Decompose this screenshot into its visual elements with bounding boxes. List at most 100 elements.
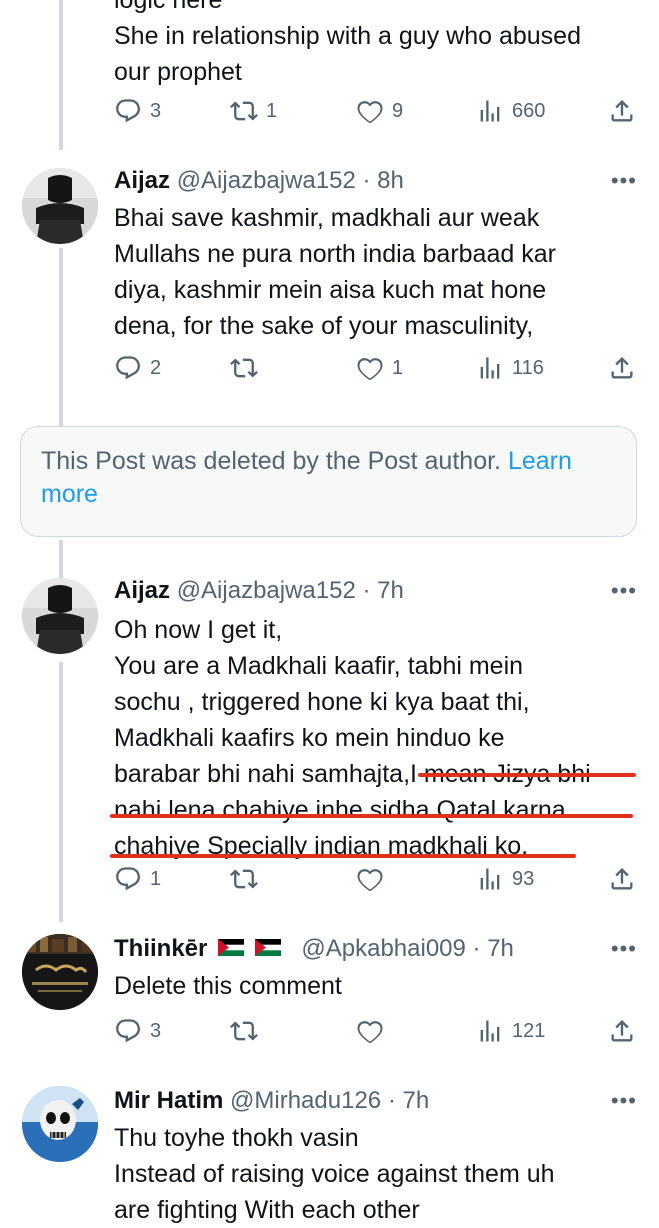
tweet-text-line: nahi lena chahiye inhe sidha Qatal karna	[114, 796, 566, 824]
tweet-aijaz-2[interactable]: Aijaz @Aijazbajwa152 · 7h ••• Oh now I g…	[0, 574, 659, 914]
tweet-text-line: sochu , triggered hone ki kya baat thi,	[114, 688, 530, 716]
tweet-aijaz-1[interactable]: Aijaz @Aijazbajwa152 · 8h ••• Bhai save …	[0, 160, 659, 410]
reply-button[interactable]: 3	[114, 94, 161, 128]
tweet-text-line: Delete this comment	[114, 972, 342, 1000]
user-handle[interactable]: @Mirhadu126 · 7h	[230, 1087, 429, 1114]
reply-icon	[116, 356, 140, 380]
like-count: 1	[392, 356, 404, 379]
repost-icon	[230, 358, 258, 378]
palestine-flag-icon	[254, 939, 281, 957]
display-name[interactable]: Aijaz	[114, 577, 170, 604]
repost-icon	[230, 1021, 258, 1041]
display-name[interactable]: Thiinkēr	[114, 935, 207, 962]
tweet-text-line: Mullahs ne pura north india barbaad kar	[114, 240, 556, 268]
repost-icon	[230, 869, 258, 889]
tweet-body: Oh now I get it, You are a Madkhali kaaf…	[114, 612, 644, 864]
like-button[interactable]	[356, 1014, 392, 1048]
views-count: 93	[512, 867, 535, 890]
tweet-text-line: Instead of raising voice against them uh	[114, 1160, 555, 1188]
views-button[interactable]: 660	[476, 94, 545, 128]
reply-count: 2	[150, 356, 162, 379]
views-icon	[480, 100, 500, 122]
tweet-actions: 2 1 116	[114, 351, 644, 385]
tweet-text-line: Madkhali kaafirs ko mein hinduo ke	[114, 724, 505, 752]
tweet-text-line: chahiye Specially indian madkhali ko.	[114, 832, 529, 860]
reply-icon	[116, 99, 140, 123]
tweet-header: Mir Hatim @Mirhadu126 · 7h	[114, 1086, 429, 1116]
like-button[interactable]: 9	[356, 94, 403, 128]
share-icon	[611, 1020, 633, 1042]
reply-button[interactable]: 1	[114, 862, 161, 896]
reply-count: 3	[150, 99, 162, 122]
views-icon	[480, 1020, 500, 1042]
more-options-icon[interactable]: •••	[611, 168, 637, 194]
share-icon	[611, 868, 633, 890]
tweet-actions: 1 93	[114, 862, 644, 896]
views-button[interactable]: 116	[476, 351, 544, 385]
tweet-text-line: our prophet	[114, 58, 242, 86]
share-icon	[611, 100, 633, 122]
thread-line	[59, 540, 63, 578]
tweet-text-line: diya, kashmir mein aisa kuch mat hone	[114, 276, 547, 304]
tweet-top-reply[interactable]: logic here She in relationship with a gu…	[0, 0, 659, 150]
avatar[interactable]	[22, 1086, 98, 1162]
avatar[interactable]	[22, 578, 98, 654]
reply-count: 1	[150, 867, 162, 890]
red-underline-highlight	[110, 814, 633, 818]
repost-button[interactable]	[230, 1014, 266, 1048]
tweet-header: Thiinkēr @Apkabhai009 · 7h	[114, 934, 514, 964]
share-button[interactable]	[608, 351, 636, 385]
tweet-thinker[interactable]: Thiinkēr @Apkabhai009 · 7h ••• Delete th…	[0, 934, 659, 1064]
tweet-mir-hatim[interactable]: Mir Hatim @Mirhadu126 · 7h ••• Thu toyhe…	[0, 1086, 659, 1224]
tweet-text-line: Oh now I get it,	[114, 616, 283, 644]
repost-button[interactable]: 1	[230, 94, 277, 128]
tweet-text-line: logic here	[114, 0, 223, 14]
tweet-header: Aijaz @Aijazbajwa152 · 7h	[114, 576, 404, 606]
palestine-flag-icon	[218, 939, 245, 957]
share-button[interactable]	[608, 1014, 636, 1048]
display-name[interactable]: Aijaz	[114, 167, 170, 194]
heart-icon	[357, 101, 383, 124]
tweet-body: Thu toyhe thokh vasin Instead of raising…	[114, 1120, 644, 1228]
more-options-icon[interactable]: •••	[611, 1088, 637, 1114]
tweet-body: Bhai save kashmir, madkhali aur weak Mul…	[114, 200, 644, 344]
views-count: 116	[512, 356, 544, 379]
user-handle[interactable]: @Apkabhai009 · 7h	[301, 935, 514, 962]
heart-icon	[357, 1021, 383, 1044]
reply-count: 3	[150, 1019, 162, 1042]
avatar[interactable]	[22, 934, 98, 1010]
user-handle[interactable]: @Aijazbajwa152 · 8h	[177, 167, 404, 194]
avatar[interactable]	[22, 168, 98, 244]
more-options-icon[interactable]: •••	[611, 578, 637, 604]
share-button[interactable]	[608, 862, 636, 896]
reply-button[interactable]: 3	[114, 1014, 161, 1048]
repost-count: 1	[266, 99, 278, 122]
reply-icon	[116, 867, 140, 891]
tweet-body: Delete this comment	[114, 968, 644, 1004]
views-button[interactable]: 121	[476, 1014, 545, 1048]
more-options-icon[interactable]: •••	[611, 936, 637, 962]
repost-button[interactable]	[230, 351, 266, 385]
repost-icon	[230, 101, 258, 121]
views-icon	[480, 868, 500, 890]
views-count: 121	[512, 1019, 546, 1042]
heart-icon	[357, 358, 383, 381]
like-button[interactable]	[356, 862, 392, 896]
views-icon	[480, 357, 500, 379]
like-count: 9	[392, 99, 404, 122]
red-underline-highlight	[418, 773, 636, 777]
like-button[interactable]: 1	[356, 351, 403, 385]
heart-icon	[357, 869, 383, 892]
tweet-text-line: are fighting With each other	[114, 1196, 420, 1224]
tweet-body: logic here She in relationship with a gu…	[114, 0, 644, 90]
share-button[interactable]	[608, 94, 636, 128]
tweet-text-line: She in relationship with a guy who abuse…	[114, 22, 581, 50]
repost-button[interactable]	[230, 862, 266, 896]
reply-button[interactable]: 2	[114, 351, 161, 385]
views-count: 660	[512, 99, 546, 122]
user-handle[interactable]: @Aijazbajwa152 · 7h	[177, 577, 404, 604]
display-name[interactable]: Mir Hatim	[114, 1087, 223, 1114]
views-button[interactable]: 93	[476, 862, 534, 896]
tweet-header: Aijaz @Aijazbajwa152 · 8h	[114, 166, 404, 196]
deleted-notice-text: This Post was deleted by the Post author…	[41, 447, 501, 475]
